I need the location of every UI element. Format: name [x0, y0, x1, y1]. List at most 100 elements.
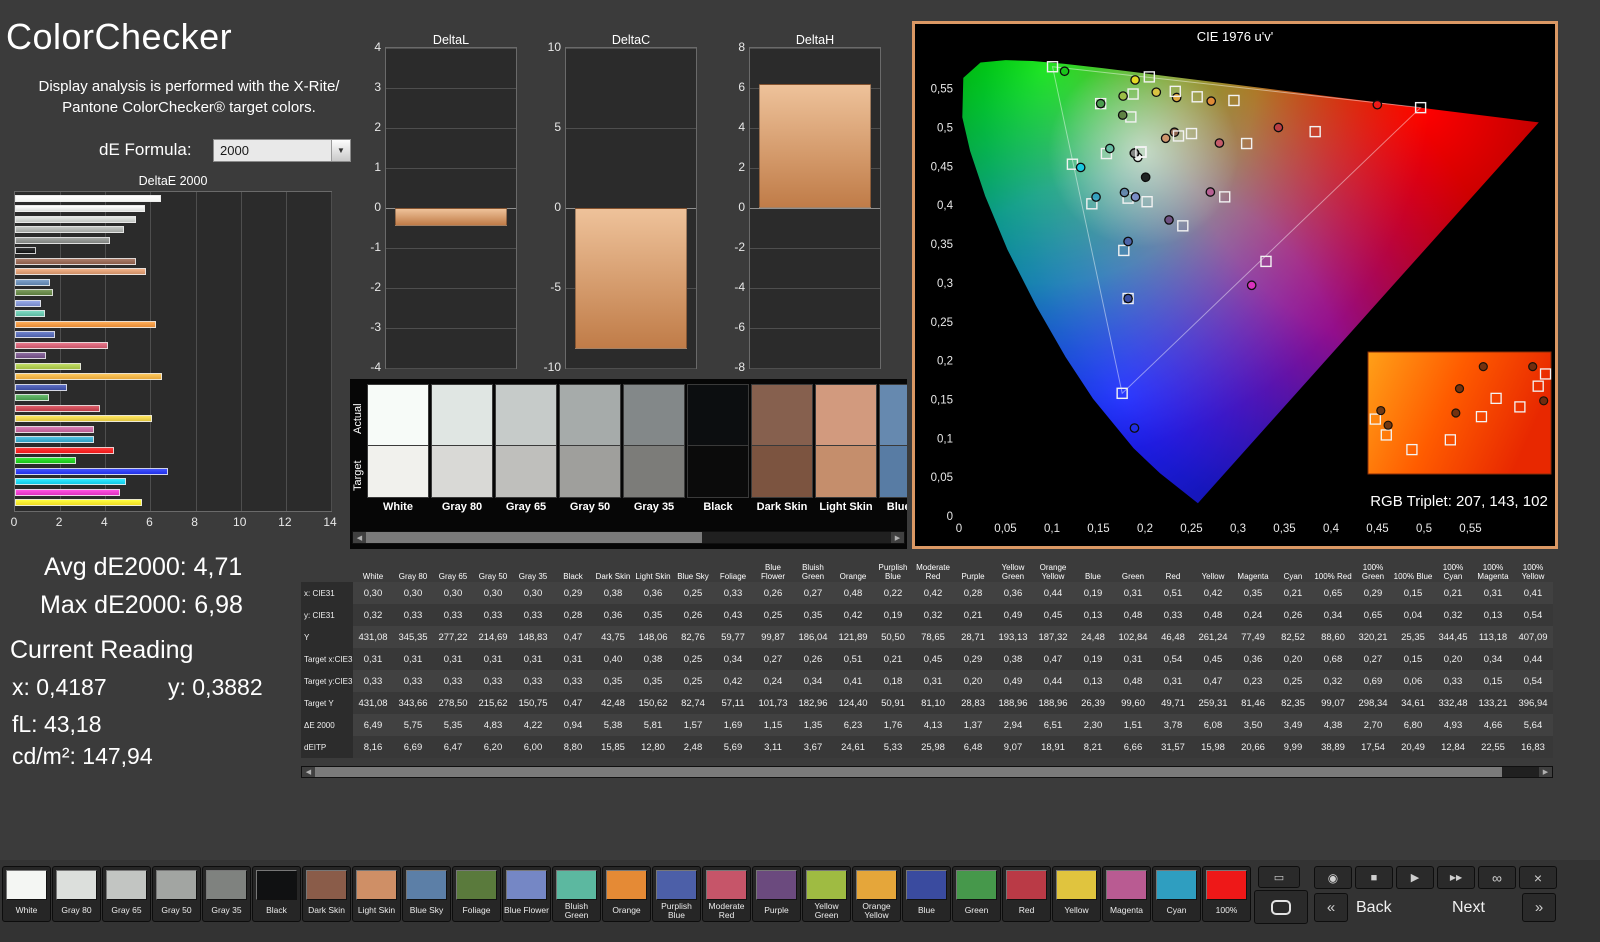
table-cell: 0,68 — [1313, 648, 1353, 670]
table-col-header: 100% Green — [1353, 563, 1393, 582]
table-cell: 0,06 — [1393, 670, 1433, 692]
table-cell: 102,84 — [1113, 626, 1153, 648]
table-cell: 0,35 — [633, 670, 673, 692]
scroll-left-icon[interactable]: ◀ — [353, 532, 366, 543]
table-cell: 0,38 — [593, 582, 633, 604]
patch-tile-button[interactable]: Gray 35 — [202, 866, 251, 922]
patch-tile-label: Gray 65 — [104, 902, 149, 920]
patch-tile-button[interactable]: Bluish Green — [552, 866, 601, 922]
swatch-column[interactable]: Light Skin — [815, 384, 877, 526]
patch-tile-label: Moderate Red — [704, 902, 749, 920]
swatch-column[interactable]: Black — [687, 384, 749, 526]
gridline — [566, 48, 696, 49]
display-button[interactable]: ▭ — [1258, 866, 1300, 888]
table-scrollbar[interactable]: ◀ ▶ — [301, 766, 1553, 778]
swatch-column[interactable]: Dark Skin — [751, 384, 813, 526]
swatch-column[interactable]: Gray 50 — [559, 384, 621, 526]
patch-tile-button[interactable]: Black — [252, 866, 301, 922]
next-button[interactable]: » — [1522, 893, 1556, 922]
patch-tile-button[interactable]: White — [2, 866, 51, 922]
table-col-header: Green — [1113, 563, 1153, 582]
table-cell: 0,41 — [833, 670, 873, 692]
table-row-label: x: CIE31 — [301, 582, 353, 604]
strip-scroll-track[interactable] — [366, 532, 891, 543]
patch-tile-button[interactable]: Purple — [752, 866, 801, 922]
table-cell: 0,42 — [713, 670, 753, 692]
patch-tile-button[interactable]: Foliage — [452, 866, 501, 922]
target-swatch — [815, 446, 877, 498]
swatch-label: Light Skin — [815, 498, 877, 518]
play-button[interactable]: ▶ — [1396, 866, 1434, 889]
patch-tile-button[interactable]: Purplish Blue — [652, 866, 701, 922]
patch-tile-label: Green — [954, 902, 999, 920]
patch-tile-button[interactable]: Light Skin — [352, 866, 401, 922]
next-label[interactable]: Next — [1452, 899, 1485, 917]
table-scroll-thumb[interactable] — [315, 767, 1502, 777]
table-cell: 4,38 — [1313, 714, 1353, 736]
camera-button[interactable]: ◉ — [1314, 866, 1352, 889]
table-cell: 12,80 — [633, 736, 673, 758]
close-button[interactable]: × — [1519, 866, 1557, 889]
delta-e-bar — [15, 289, 53, 296]
delta-e-bar — [15, 237, 110, 244]
patch-tile-button[interactable]: Blue Sky — [402, 866, 451, 922]
swatch-column[interactable]: Gray 80 — [431, 384, 493, 526]
patch-tile-label: 100% — [1204, 902, 1249, 920]
patch-tile-button[interactable]: Cyan — [1152, 866, 1201, 922]
swatch-column[interactable]: Gray 65 — [495, 384, 557, 526]
patch-tile-button[interactable]: Yellow — [1052, 866, 1101, 922]
scroll-right-icon[interactable]: ▶ — [1539, 767, 1552, 777]
back-label[interactable]: Back — [1356, 899, 1392, 917]
table-col-header: 100% Magenta — [1473, 563, 1513, 582]
de-formula-select[interactable]: 2000 ▼ — [213, 139, 351, 162]
cie-y-tick: 0,2 — [937, 356, 953, 368]
patch-tile-button[interactable]: Blue — [902, 866, 951, 922]
skip-button[interactable]: ▶▶ — [1437, 866, 1475, 889]
camera-icon: ◉ — [1328, 871, 1338, 885]
delta-e-bar — [15, 300, 41, 307]
axis-tick-label: -5 — [523, 280, 561, 294]
patch-tile-label: Yellow Green — [804, 902, 849, 920]
delta-e-bar — [15, 384, 67, 391]
swatch-column[interactable]: Blue Sky — [879, 384, 907, 526]
patch-tile-button[interactable]: Orange Yellow — [852, 866, 901, 922]
back-button[interactable]: « — [1314, 893, 1348, 922]
table-cell: 59,77 — [713, 626, 753, 648]
scroll-right-icon[interactable]: ▶ — [891, 532, 904, 543]
patch-tile-button[interactable]: Moderate Red — [702, 866, 751, 922]
cie-y-tick: 0,25 — [931, 317, 953, 329]
swatch-column[interactable]: Gray 35 — [623, 384, 685, 526]
swatch-column[interactable]: White — [367, 384, 429, 526]
strip-scroll-thumb[interactable] — [366, 532, 702, 543]
table-cell: 343,66 — [393, 692, 433, 714]
axis-tick-label: -4 — [707, 280, 745, 294]
loop-icon: ∞ — [1492, 870, 1502, 886]
axis-tick-label: 0 — [523, 200, 561, 214]
delta-h-chart-title: DeltaH — [749, 33, 881, 47]
patch-tile-button[interactable]: Red — [1002, 866, 1051, 922]
patch-tile-button[interactable]: Gray 50 — [152, 866, 201, 922]
patch-tile-button[interactable]: Gray 80 — [52, 866, 101, 922]
patch-tile-button[interactable]: Blue Flower — [502, 866, 551, 922]
patch-tile-button[interactable]: Yellow Green — [802, 866, 851, 922]
scroll-left-icon[interactable]: ◀ — [302, 767, 315, 777]
pattern-window-button[interactable] — [1254, 890, 1308, 924]
table-cell: 82,76 — [673, 626, 713, 648]
table-cell: 0,51 — [833, 648, 873, 670]
patch-tile-button[interactable]: Green — [952, 866, 1001, 922]
patch-tile-button[interactable]: 100% — [1202, 866, 1251, 922]
patch-tile-button[interactable]: Orange — [602, 866, 651, 922]
measured-marker — [1141, 173, 1149, 181]
cie-x-tick: 0,5 — [1416, 523, 1432, 535]
table-cell: 332,48 — [1433, 692, 1473, 714]
patch-tile-button[interactable]: Magenta — [1102, 866, 1151, 922]
loop-button[interactable]: ∞ — [1478, 866, 1516, 889]
patch-tile-button[interactable]: Dark Skin — [302, 866, 351, 922]
table-cell: 6,23 — [833, 714, 873, 736]
stop-button[interactable]: ■ — [1355, 866, 1393, 889]
table-scroll-track[interactable] — [315, 767, 1539, 777]
strip-scrollbar[interactable]: ◀ ▶ — [352, 531, 905, 544]
table-cell: 3,49 — [1273, 714, 1313, 736]
patch-tile-button[interactable]: Gray 65 — [102, 866, 151, 922]
table-cell: 42,48 — [593, 692, 633, 714]
